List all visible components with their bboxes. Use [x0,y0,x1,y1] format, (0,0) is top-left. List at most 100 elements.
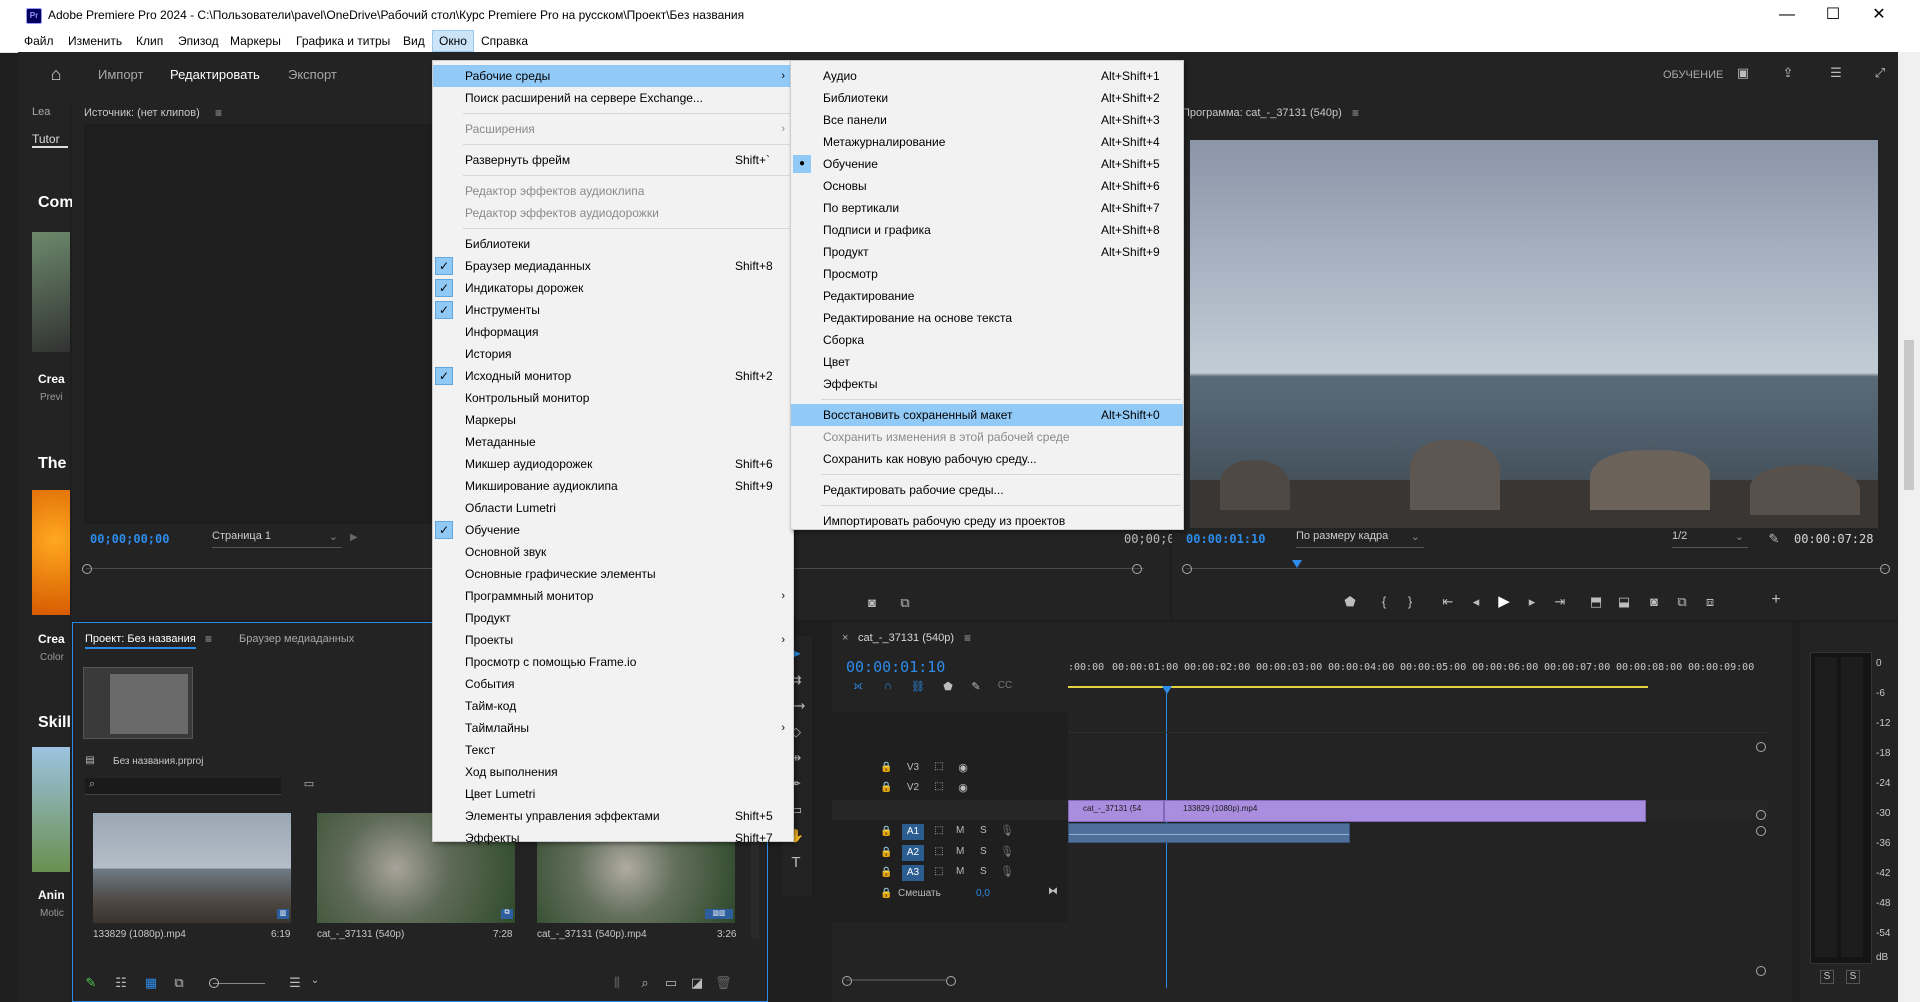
menu-item[interactable]: Рабочие среды › [433,65,793,87]
panel-menu-icon[interactable]: ≡ [205,632,212,646]
mute-button[interactable]: M [956,825,964,836]
menu-item[interactable]: Сборка [791,329,1183,351]
snap-icon[interactable]: ∩ [880,680,896,692]
menu-item[interactable]: ✓ Браузер медиаданных Shift+8 [433,255,793,277]
list-view-icon[interactable]: ☷ [113,975,129,991]
minimize-button[interactable]: — [1764,4,1810,26]
timeline-horizontal-scrollbar[interactable] [846,979,946,981]
sync-lock-icon[interactable]: ⬚ [932,866,946,877]
timeline-clip[interactable]: 133829 (1080p).mp4 [1164,800,1646,822]
sync-lock-icon[interactable]: ⬚ [932,825,946,836]
close-button[interactable]: ✕ [1856,4,1902,26]
automate-icon[interactable]: ⫼ [609,975,625,991]
menu-item[interactable]: Библиотеки [433,233,793,255]
menu-item[interactable]: Текст [433,739,793,761]
mic-icon[interactable]: 🎙 [1000,865,1014,878]
program-monitor-title[interactable]: Программа: cat_-_37131 (540p) [1182,107,1342,119]
maximize-button[interactable]: ☐ [1810,4,1856,26]
search-input[interactable]: ⌕ [85,778,281,795]
menu-item[interactable]: Элементы управления эффектами Shift+5 [433,805,793,827]
solo-button[interactable]: S [980,846,987,857]
menu-item[interactable]: ✓ Инструменты [433,299,793,321]
menu-item[interactable]: ✓ Обучение [433,519,793,541]
page-select[interactable]: Страница 1 ⌄ [212,530,342,548]
menu-item[interactable]: Импортировать рабочую среду из проектов [791,510,1183,532]
mark-in-icon[interactable]: { [1376,594,1392,609]
fit-select[interactable]: По размеру кадра ⌄ [1296,530,1424,548]
program-scrubber[interactable] [1186,568,1886,569]
camera-icon[interactable]: ◙ [864,595,880,610]
menu-window[interactable]: Окно [432,30,474,52]
menu-item[interactable]: Эффекты [791,373,1183,395]
tutorials-tab[interactable]: Tutor [32,132,68,148]
zoom-handle-right[interactable] [1132,564,1142,574]
menu-edit[interactable]: Изменить [62,30,128,52]
menu-item[interactable]: Микшер аудиодорожек Shift+6 [433,453,793,475]
step-forward-icon[interactable]: ▸ [1524,594,1540,610]
new-bin-icon[interactable]: ▭ [663,975,679,991]
menu-item[interactable]: Метажурналирование Alt+Shift+4 [791,131,1183,153]
add-button-icon[interactable]: + [1768,591,1784,609]
mark-out-icon[interactable]: } [1402,594,1418,609]
captions-icon[interactable]: CC [996,680,1014,691]
workspaces-icon[interactable]: ▣ [1733,65,1753,81]
menu-item[interactable]: Аудио Alt+Shift+1 [791,65,1183,87]
menu-clip[interactable]: Клип [130,30,169,52]
menu-item[interactable]: По вертикали Alt+Shift+7 [791,197,1183,219]
clip-thumbnail[interactable]: ▥ [93,813,291,923]
sort-icon[interactable]: ☰ [287,975,303,991]
panel-menu-icon[interactable]: ≡ [215,106,222,120]
new-item-icon[interactable]: ◪ [689,975,705,991]
icon-view-icon[interactable]: ▦ [143,975,159,991]
menu-item[interactable]: Цвет Lumetri [433,783,793,805]
extract-icon[interactable]: ⬓ [1616,594,1632,610]
tab-media-browser[interactable]: Браузер медиаданных [239,633,354,645]
vertical-scroll-handle[interactable] [1756,810,1766,820]
vertical-scroll-handle[interactable] [1756,742,1766,752]
thumbnail-size-slider[interactable] [213,983,265,984]
fullscreen-icon[interactable]: ⤢ [1870,65,1890,81]
go-to-in-icon[interactable]: ⇤ [1440,594,1456,610]
menu-item[interactable]: Таймлайны › [433,717,793,739]
go-to-end-icon[interactable]: ⧓ [1046,886,1060,897]
sync-lock-icon[interactable]: ⬚ [932,761,946,772]
mic-icon[interactable]: 🎙 [1000,845,1014,858]
mix-value[interactable]: 0,0 [976,888,990,899]
solo-button[interactable]: S [980,866,987,877]
eye-icon[interactable]: ◉ [956,761,970,774]
eye-icon[interactable]: ◉ [956,781,970,794]
menu-item[interactable]: События [433,673,793,695]
menu-item[interactable]: Развернуть фрейм Shift+` [433,149,793,171]
type-tool-icon[interactable]: T [786,854,806,871]
home-icon[interactable]: ⌂ [46,64,66,85]
menu-item[interactable]: Микширование аудиоклипа Shift+9 [433,475,793,497]
sequence-tab[interactable]: cat_-_37131 (540p) [858,632,954,644]
menu-item[interactable]: Просмотр с помощью Frame.io [433,651,793,673]
menu-item[interactable]: Продукт Alt+Shift+9 [791,241,1183,263]
vertical-scroll-handle[interactable] [1756,966,1766,976]
zoom-handle-right[interactable] [1880,564,1890,574]
menu-item[interactable]: Библиотеки Alt+Shift+2 [791,87,1183,109]
menu-item[interactable]: Редактирование на основе текста [791,307,1183,329]
menu-item[interactable]: Области Lumetri [433,497,793,519]
zoom-handle-left[interactable] [82,564,92,574]
tab-project[interactable]: Проект: Без названия [85,633,196,649]
track-label[interactable]: V2 [902,780,924,796]
menu-item[interactable]: ● Обучение Alt+Shift+5 [791,153,1183,175]
track-label[interactable]: A1 [902,824,924,840]
menu-item[interactable]: Просмотр [791,263,1183,285]
track-label[interactable]: A2 [902,845,924,861]
time-ruler[interactable]: :00:00 00:00:01:00 00:00:02:00 00:00:03:… [1068,654,1768,694]
menu-item[interactable]: Проекты › [433,629,793,651]
find-icon[interactable]: ⌕ [637,975,653,991]
wrench-icon[interactable]: ✎ [1766,531,1782,547]
work-area-bar[interactable] [1068,686,1648,688]
menu-item[interactable]: Редактировать рабочие среды... [791,479,1183,501]
menu-markers[interactable]: Маркеры [224,30,287,52]
panel-menu-icon[interactable]: ≡ [964,631,971,645]
menu-item[interactable]: Информация [433,321,793,343]
nest-icon[interactable]: ⟗ [850,680,866,693]
tab-edit[interactable]: Редактировать [170,67,260,82]
lock-icon[interactable]: 🔒 [880,847,892,858]
pencil-icon[interactable]: ✎ [83,975,99,991]
